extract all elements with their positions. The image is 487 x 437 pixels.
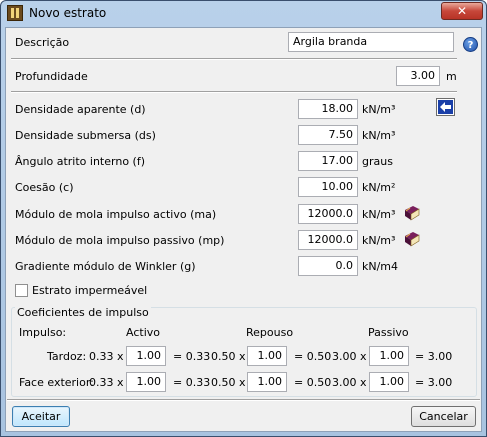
coesao-input[interactable]: 10.00 (298, 177, 358, 197)
densidade-submersa-label: Densidade submersa (ds) (15, 129, 156, 142)
modulo-activo-unit: kN/m³ (362, 208, 396, 221)
impermeavel-label: Estrato impermeável (32, 284, 148, 297)
face-activo-base: 0.33 x (89, 376, 124, 389)
passivo-header: Passivo (368, 326, 409, 339)
book-button-passivo[interactable] (403, 230, 421, 248)
face-repouso-result: = 0.50 (294, 376, 332, 389)
modulo-passivo-unit: kN/m³ (362, 234, 396, 247)
densidade-aparente-unit: kN/m³ (362, 103, 396, 116)
gradiente-winkler-input[interactable]: 0.0 (298, 256, 358, 276)
accept-button[interactable]: Aceitar (12, 406, 70, 427)
impulso-label: Impulso: (19, 326, 67, 339)
tardoz-label: Tardoz: (47, 350, 87, 363)
separator (11, 91, 457, 93)
tardoz-repouso-result: = 0.50 (294, 350, 332, 363)
tardoz-passivo-result: = 3.00 (415, 350, 453, 363)
impermeavel-checkbox[interactable] (15, 284, 28, 297)
tardoz-activo-input[interactable]: 1.00 (126, 346, 166, 366)
face-activo-input[interactable]: 1.00 (126, 372, 166, 392)
dialog-content: Descrição Argila branda ? Profundidade 3… (5, 27, 482, 432)
book-icon (405, 206, 420, 221)
tardoz-repouso-base: 0.50 x (211, 350, 246, 363)
separator (7, 399, 480, 401)
gradiente-winkler-label: Gradiente módulo de Winkler (g) (15, 260, 196, 273)
book-icon (405, 232, 420, 247)
tardoz-activo-base: 0.33 x (89, 350, 124, 363)
coeficientes-title: Coeficientes de impulso (15, 306, 151, 319)
arrow-left-icon (438, 100, 453, 114)
angulo-atrito-input[interactable]: 17.00 (298, 151, 358, 171)
modulo-activo-input[interactable]: 12000.0 (298, 204, 358, 224)
profundidade-label: Profundidade (15, 70, 88, 83)
densidade-submersa-input[interactable]: 7.50 (298, 125, 358, 145)
repouso-header: Repouso (246, 326, 294, 339)
profundidade-input[interactable]: 3.00 (396, 66, 440, 86)
profundidade-unit: m (446, 70, 457, 83)
face-repouso-base: 0.50 x (211, 376, 246, 389)
face-passivo-input[interactable]: 1.00 (369, 372, 409, 392)
gradiente-winkler-unit: kN/m4 (362, 260, 399, 273)
book-button-activo[interactable] (403, 204, 421, 222)
back-arrow-button[interactable] (436, 98, 455, 116)
separator (11, 58, 457, 60)
modulo-passivo-label: Módulo de mola impulso passivo (mp) (15, 234, 225, 247)
title-bar[interactable]: Novo estrato ✕ (1, 1, 486, 25)
modulo-activo-label: Módulo de mola impulso activo (ma) (15, 208, 217, 221)
dialog-window: Novo estrato ✕ Descrição Argila branda ?… (0, 0, 487, 437)
activo-header: Activo (126, 326, 160, 339)
app-icon (7, 5, 23, 21)
face-activo-result: = 0.33 (173, 376, 211, 389)
coesao-unit: kN/m² (362, 181, 396, 194)
face-passivo-result: = 3.00 (415, 376, 453, 389)
angulo-atrito-label: Ângulo atrito interno (f) (15, 155, 145, 168)
window-title: Novo estrato (29, 6, 107, 20)
densidade-aparente-label: Densidade aparente (d) (15, 103, 146, 116)
close-button[interactable]: ✕ (441, 2, 483, 20)
face-exterior-label: Face exterior: (19, 376, 94, 389)
tardoz-passivo-input[interactable]: 1.00 (369, 346, 409, 366)
tardoz-passivo-base: 3.00 x (332, 350, 367, 363)
descricao-input[interactable]: Argila branda (288, 32, 454, 52)
modulo-passivo-input[interactable]: 12000.0 (298, 230, 358, 250)
angulo-atrito-unit: graus (362, 155, 393, 168)
face-passivo-base: 3.00 x (332, 376, 367, 389)
tardoz-repouso-input[interactable]: 1.00 (247, 346, 287, 366)
densidade-aparente-input[interactable]: 18.00 (298, 99, 358, 119)
descricao-label: Descrição (15, 36, 70, 49)
cancel-button[interactable]: Cancelar (411, 406, 476, 427)
tardoz-activo-result: = 0.33 (173, 350, 211, 363)
face-repouso-input[interactable]: 1.00 (247, 372, 287, 392)
coesao-label: Coesão (c) (15, 181, 74, 194)
help-icon[interactable]: ? (463, 37, 478, 52)
densidade-submersa-unit: kN/m³ (362, 129, 396, 142)
